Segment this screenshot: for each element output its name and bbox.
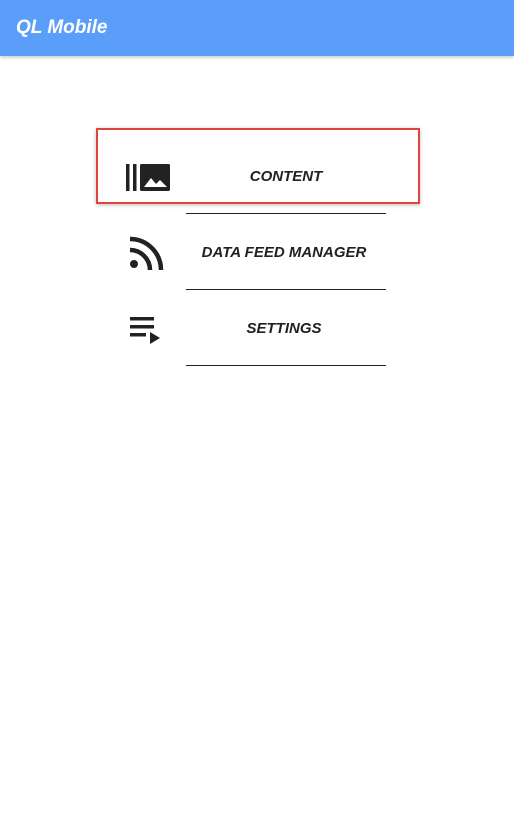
menu-item-data-feed-manager[interactable]: DATA FEED MANAGER	[96, 206, 420, 290]
menu-divider	[186, 365, 386, 366]
menu-item-content[interactable]: CONTENT	[96, 128, 420, 214]
menu-item-settings[interactable]: SETTINGS	[96, 282, 420, 366]
photo-library-icon	[126, 164, 170, 191]
menu-item-settings-label: SETTINGS	[246, 320, 322, 337]
menu-item-content-label: CONTENT	[249, 168, 323, 185]
app-bar: QL Mobile	[0, 0, 514, 56]
playlist-play-icon	[130, 317, 160, 344]
rss-feed-icon	[129, 236, 164, 271]
menu-item-data-feed-manager-label: DATA FEED MANAGER	[201, 244, 367, 261]
app-title: QL Mobile	[16, 17, 108, 38]
